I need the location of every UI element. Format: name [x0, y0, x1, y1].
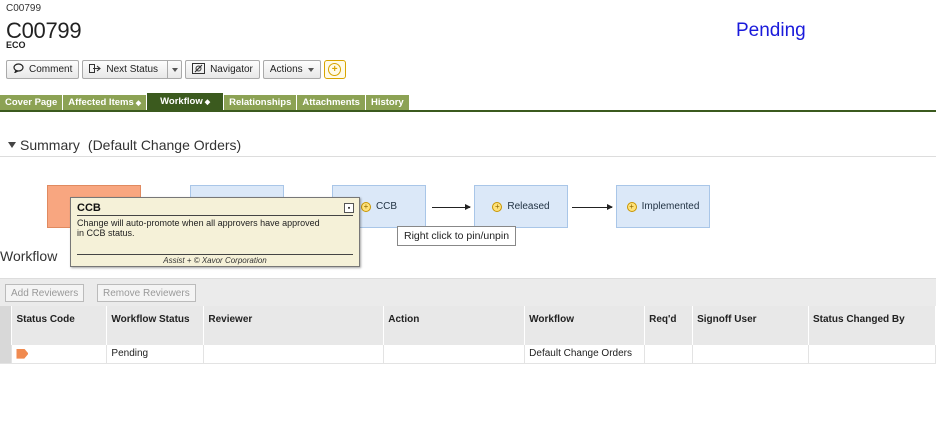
- tab-label: Relationships: [229, 97, 292, 108]
- summary-subtitle: (Default Change Orders): [87, 137, 242, 153]
- workflow-arrow: [432, 204, 471, 210]
- collapse-triangle-icon: [8, 142, 16, 148]
- node-label: CCB: [375, 201, 398, 212]
- reqd-cell: [644, 345, 694, 364]
- workflow-cell: Default Change Orders: [524, 345, 646, 364]
- next-status-label: Next Status: [106, 64, 159, 75]
- node-label: Released: [507, 201, 550, 212]
- workflow-node-implemented[interactable]: + Implemented: [616, 185, 710, 228]
- tab-affected-items[interactable]: Affected Items ◆: [63, 95, 148, 110]
- column-header[interactable]: Signoff User: [692, 306, 809, 345]
- workflow-arrow: [572, 204, 613, 210]
- add-reviewers-button[interactable]: Add Reviewers: [5, 284, 85, 302]
- tab-label: Cover Page: [5, 97, 58, 108]
- tab-attachments[interactable]: Attachments: [297, 95, 366, 110]
- row-gutter: [0, 345, 13, 364]
- divider: [0, 156, 936, 157]
- column-header[interactable]: Status Changed By: [808, 306, 936, 345]
- action-cell: [383, 345, 526, 364]
- object-type: ECO: [6, 40, 26, 50]
- table-row[interactable]: Pending Default Change Orders: [0, 345, 936, 364]
- tab-label: Attachments: [302, 97, 360, 108]
- status-code-cell: [11, 345, 108, 364]
- navigator-label: Navigator: [210, 64, 253, 75]
- navigator-icon: [192, 62, 206, 77]
- tab-relationships[interactable]: Relationships: [224, 95, 298, 110]
- actions-button[interactable]: Actions: [262, 60, 321, 79]
- tab-workflow[interactable]: Workflow ◆: [147, 93, 225, 110]
- status-icon: +: [360, 201, 371, 212]
- tab-history[interactable]: History: [365, 95, 410, 110]
- actions-label: Actions: [269, 64, 303, 75]
- status-icon: +: [626, 201, 637, 212]
- workflow-node-released[interactable]: + Released: [474, 185, 568, 228]
- tooltip-body: Change will auto-promote when all approv…: [77, 218, 320, 238]
- status-flag-icon: [16, 348, 29, 359]
- next-status-button[interactable]: Next Status: [82, 60, 183, 79]
- pin-icon[interactable]: ▪: [344, 203, 354, 213]
- tab-marker: ◆: [135, 99, 142, 107]
- status-changed-by-cell: [808, 345, 936, 364]
- summary-header[interactable]: Summary (Default Change Orders): [8, 137, 241, 153]
- workflow-table: Status Code Workflow Status Reviewer Act…: [0, 306, 936, 364]
- status-label: Pending: [736, 20, 806, 41]
- table-header-row: Status Code Workflow Status Reviewer Act…: [0, 306, 936, 345]
- column-header[interactable]: Req'd: [644, 306, 694, 345]
- status-icon: +: [492, 201, 503, 212]
- tab-cover-page[interactable]: Cover Page: [0, 95, 64, 110]
- column-header[interactable]: Workflow: [524, 306, 646, 345]
- column-header[interactable]: Workflow Status: [106, 306, 205, 345]
- next-status-dropdown[interactable]: [167, 61, 181, 78]
- tab-label: Affected Items: [68, 97, 134, 108]
- comment-button[interactable]: Comment: [6, 60, 80, 79]
- comment-button-label: Comment: [29, 64, 73, 75]
- toolbar: Comment Next Status Navigator Actions +: [6, 60, 346, 79]
- pin-hint-tooltip: Right click to pin/unpin: [397, 226, 517, 246]
- next-status-icon: [89, 63, 102, 76]
- tab-label: Workflow: [160, 96, 203, 107]
- tab-label: History: [370, 97, 404, 108]
- node-label: Implemented: [641, 201, 700, 212]
- add-button[interactable]: +: [323, 60, 346, 79]
- comment-icon: [13, 63, 24, 76]
- status-tooltip: CCB ▪ Change will auto-promote when all …: [70, 197, 360, 267]
- navigator-button[interactable]: Navigator: [185, 60, 260, 79]
- tab-bar: Cover Page Affected Items ◆ Workflow ◆ Rel…: [0, 93, 410, 110]
- workflow-section-label: Workflow: [0, 248, 58, 264]
- signoff-user-cell: [692, 345, 809, 364]
- column-header[interactable]: Status Code: [11, 306, 108, 345]
- workflow-status-cell: Pending: [106, 345, 205, 364]
- tab-marker: ◆: [204, 98, 211, 106]
- summary-title: Summary: [20, 137, 80, 153]
- breadcrumb: C00799: [6, 3, 42, 14]
- grid-toolbar: Add Reviewers Remove Reviewers: [0, 278, 936, 306]
- chevron-down-icon: [307, 67, 314, 72]
- reviewer-cell: [203, 345, 385, 364]
- tooltip-footer: Assist + © Xavor Corporation: [163, 256, 267, 265]
- row-gutter: [0, 306, 13, 345]
- chevron-down-icon: [171, 67, 178, 72]
- tooltip-divider: [77, 254, 353, 255]
- tooltip-divider: [77, 215, 353, 216]
- tooltip-title: CCB: [77, 202, 101, 214]
- tab-underline: [0, 110, 936, 112]
- column-header[interactable]: Reviewer: [203, 306, 385, 345]
- plus-circle-icon: +: [328, 63, 342, 76]
- remove-reviewers-button[interactable]: Remove Reviewers: [97, 284, 196, 302]
- column-header[interactable]: Action: [383, 306, 526, 345]
